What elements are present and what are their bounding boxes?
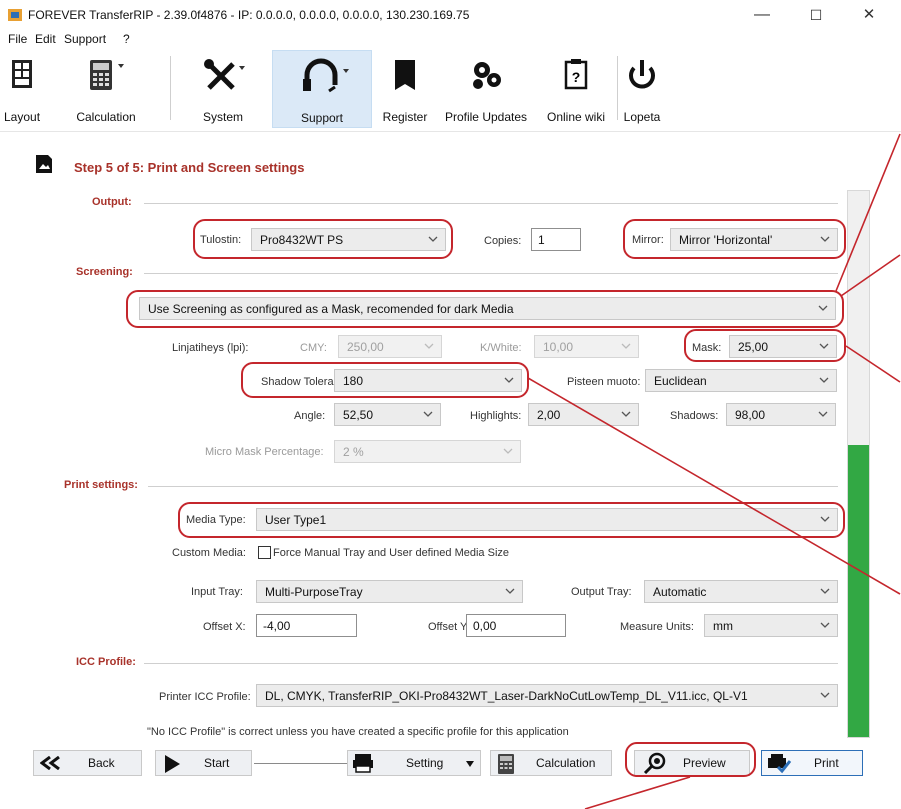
- callout-lines: [527, 133, 901, 809]
- app-window: FOREVER TransferRIP - 2.39.0f4876 - IP: …: [0, 0, 901, 809]
